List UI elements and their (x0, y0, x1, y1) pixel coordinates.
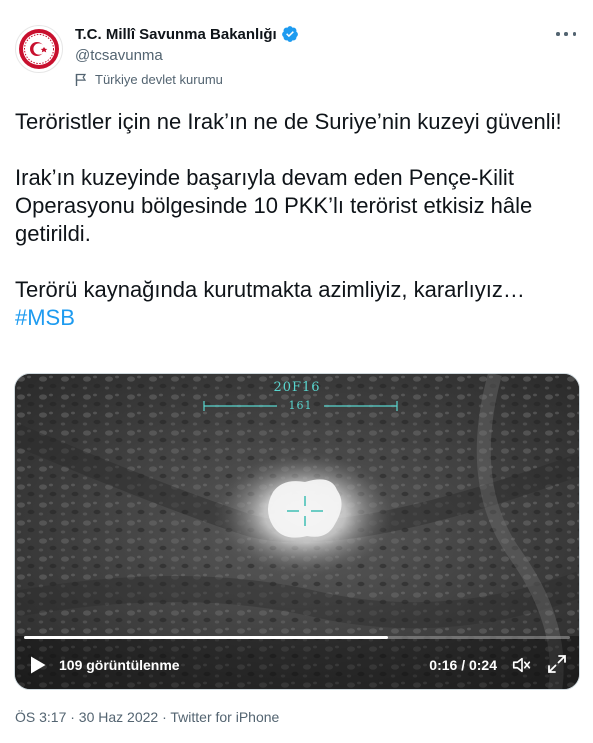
account-handle[interactable]: @tcsavunma (75, 47, 299, 64)
more-options-button[interactable] (556, 26, 576, 42)
tweet-paragraph: Teröristler için ne Irak’ın ne de Suriye… (15, 109, 562, 134)
video-timecode: 0:16 / 0:24 (429, 657, 497, 673)
government-label: Türkiye devlet kurumu (75, 72, 299, 87)
tweet-text: Teröristler için ne Irak’ın ne de Suriye… (15, 108, 575, 332)
more-dot-icon (556, 32, 560, 36)
mute-icon[interactable] (511, 654, 533, 676)
video-player[interactable]: 20F16 161 109 görüntülenme 0:16 / 0:24 (14, 373, 580, 690)
display-name[interactable]: T.C. Millî Savunma Bakanlığı (75, 26, 277, 43)
more-dot-icon (564, 32, 568, 36)
ministry-seal-icon (19, 29, 59, 69)
tweet-header: T.C. Millî Savunma Bakanlığı @tcsavunma … (15, 20, 580, 90)
government-label-text: Türkiye devlet kurumu (95, 72, 223, 87)
play-icon[interactable] (29, 655, 47, 675)
account-info: T.C. Millî Savunma Bakanlığı @tcsavunma … (75, 24, 299, 87)
hud-value: 161 (288, 399, 313, 412)
tweet-paragraph: Irak’ın kuzeyinde başarıyla devam eden P… (15, 165, 533, 246)
avatar[interactable] (15, 25, 63, 73)
more-dot-icon (572, 32, 576, 36)
fullscreen-icon[interactable] (547, 654, 567, 674)
tweet-timestamp[interactable]: ÖS 3:17 · 30 Haz 2022 · Twitter for iPho… (15, 709, 279, 725)
verified-badge-icon (281, 26, 298, 42)
hashtag-link[interactable]: #MSB (15, 305, 75, 330)
hud-label: 20F16 (273, 380, 321, 395)
video-progress-fill (24, 636, 389, 639)
video-controls: 109 görüntülenme 0:16 / 0:24 (15, 641, 579, 689)
view-count: 109 görüntülenme (59, 657, 180, 673)
hud-scale: 161 (203, 400, 398, 412)
flag-icon (75, 73, 87, 86)
tweet-paragraph: Terörü kaynağında kurutmakta azimliyiz, … (15, 277, 525, 302)
video-progress-bar[interactable] (24, 636, 570, 639)
